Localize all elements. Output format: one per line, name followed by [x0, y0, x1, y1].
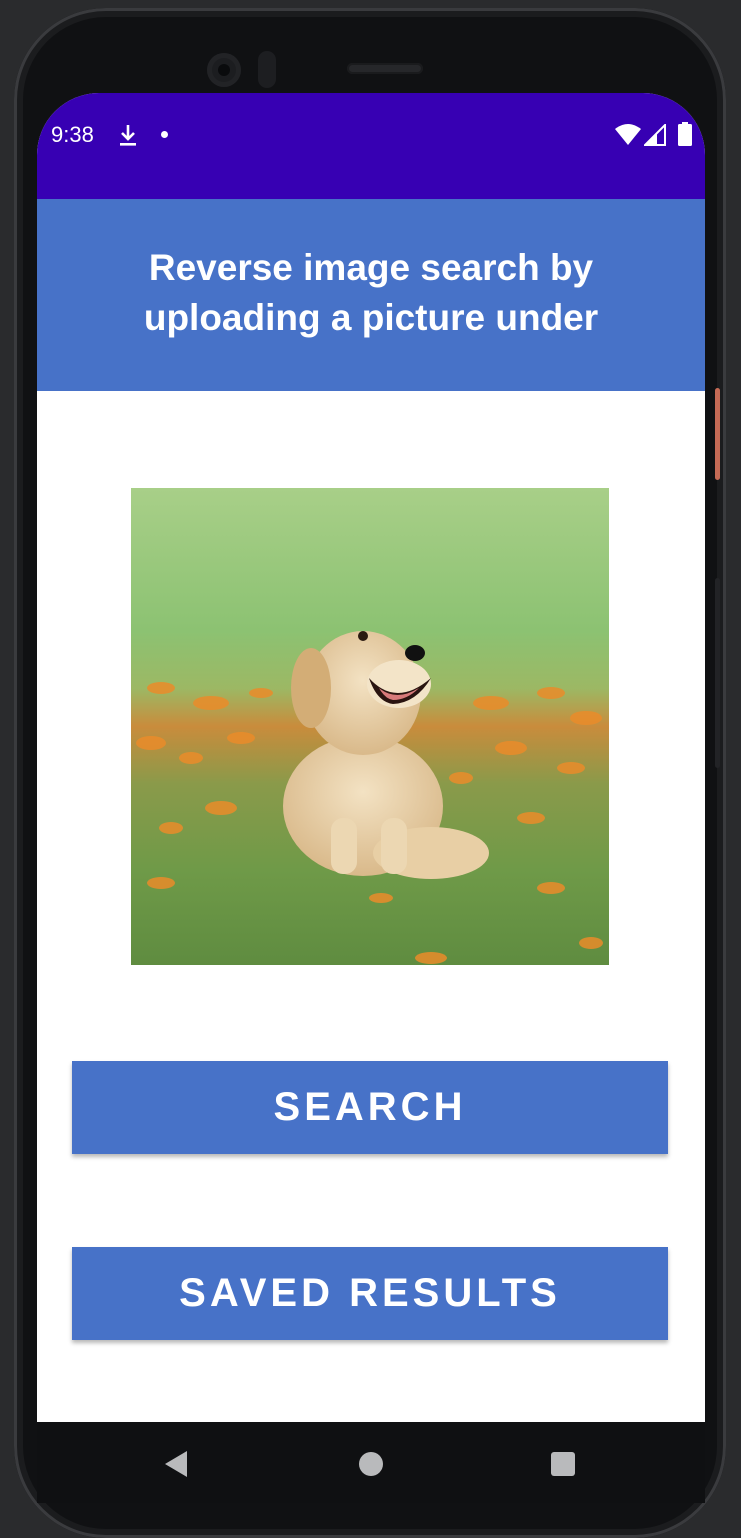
- status-time: 9:38: [51, 122, 94, 147]
- proximity-sensor-icon: [258, 51, 276, 88]
- navigation-bar: [37, 1422, 705, 1503]
- recents-icon[interactable]: [551, 1452, 575, 1476]
- wifi-icon: [615, 124, 641, 145]
- power-button: [715, 388, 720, 480]
- uploaded-image: [131, 488, 609, 965]
- download-icon: [120, 125, 136, 146]
- home-icon[interactable]: [359, 1452, 383, 1476]
- saved-results-button[interactable]: SAVED RESULTS: [72, 1247, 668, 1340]
- puppy-photo: [131, 488, 609, 965]
- status-bar: 9:38: [37, 93, 705, 199]
- app-header: Reverse image search by uploading a pict…: [37, 199, 705, 391]
- notification-dot-icon: [161, 131, 168, 138]
- earpiece-speaker-icon: [347, 63, 423, 74]
- search-button[interactable]: SEARCH: [72, 1061, 668, 1154]
- header-title: Reverse image search by uploading a pict…: [143, 247, 599, 338]
- back-icon[interactable]: [163, 1450, 189, 1478]
- cell-signal-icon: [644, 124, 666, 146]
- volume-button: [715, 578, 720, 768]
- screen: 9:38 Reverse image search by uploading a…: [37, 93, 705, 1503]
- battery-icon: [678, 122, 692, 146]
- front-camera-icon: [207, 53, 241, 87]
